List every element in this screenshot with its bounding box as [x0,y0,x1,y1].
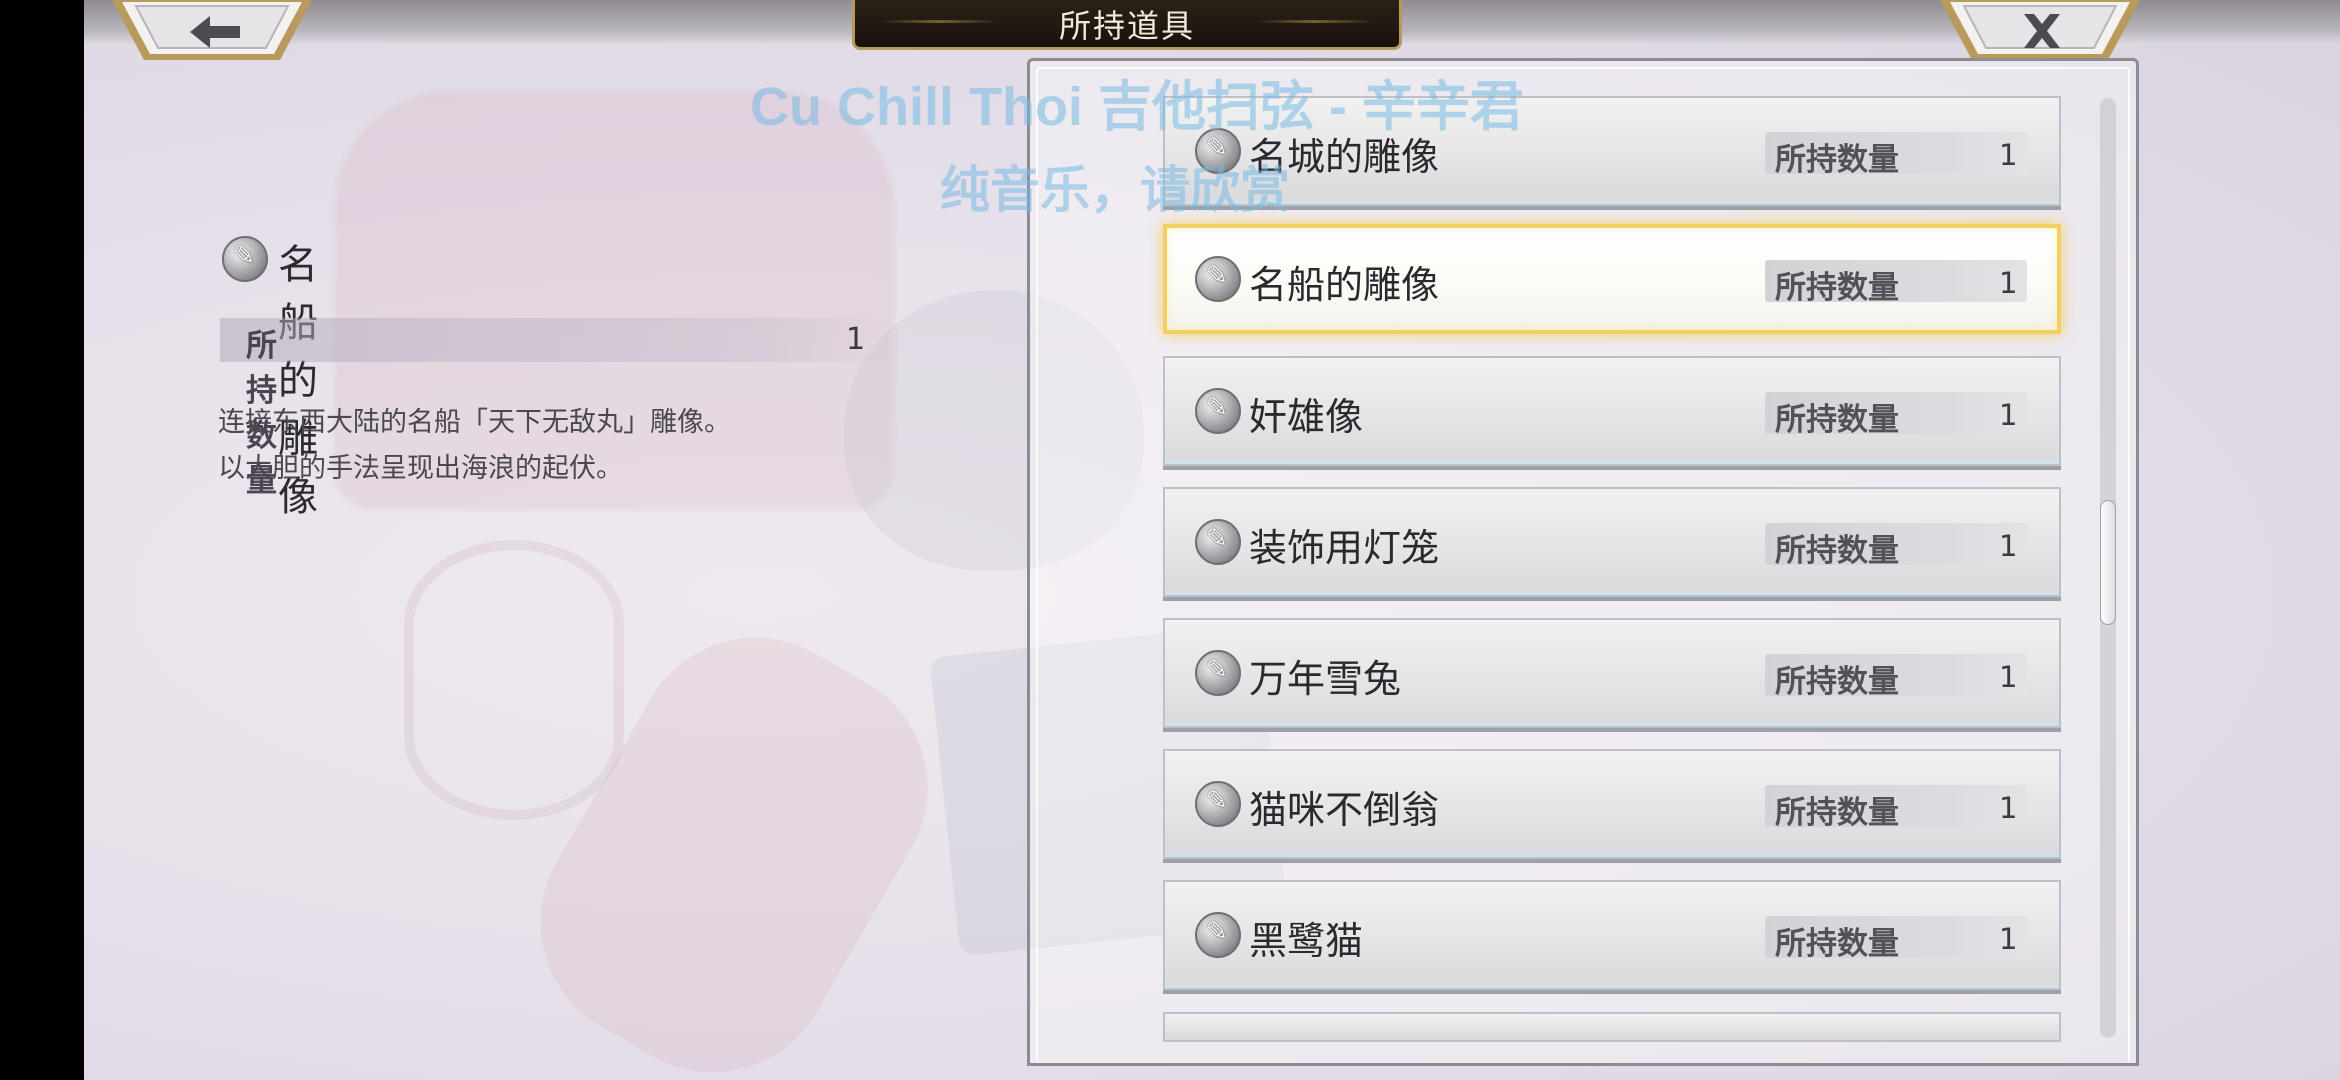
list-item-name: 奸雄像 [1249,395,1364,439]
detail-quantity-bar [220,318,900,362]
list-item-selected[interactable]: 名船的雕像 所持数量 1 [1163,224,2061,334]
title-deco-left [879,20,999,23]
list-item-name: 万年雪兔 [1249,657,1402,701]
list-item-quantity-value: 1 [1999,529,2018,563]
list-item[interactable]: 奸雄像 所持数量 1 [1163,356,2061,466]
list-item-quantity-value: 1 [1999,922,2018,956]
statue-item-icon [1195,256,1241,302]
detail-description: 连接东西大陆的名船「天下无敌丸」雕像。 以大胆的手法呈现出海浪的起伏。 [218,400,918,492]
list-item-name: 装饰用灯笼 [1249,526,1440,570]
close-x-icon [2024,14,2060,48]
page-title: 所持道具 [1058,6,1195,45]
cat-doll-item-icon [1195,781,1241,827]
game-screen: 所持道具 名船的雕像 所持数量 1 连接东西大陆的名船「天下无敌丸」雕像。 以大… [0,0,2340,1080]
list-item-quantity-value: 1 [1999,266,2018,300]
list-item-quantity-label: 所持数量 [1775,664,1899,700]
list-scrollbar-thumb[interactable] [2100,500,2116,625]
black-cat-item-icon [1195,912,1241,958]
list-item-quantity-label: 所持数量 [1775,533,1899,569]
description-line: 连接东西大陆的名船「天下无敌丸」雕像。 [218,407,731,438]
page-title-plate: 所持道具 [852,0,1402,50]
list-item-quantity-label: 所持数量 [1775,795,1899,831]
title-deco-right [1255,20,1375,23]
list-item[interactable]: 万年雪兔 所持数量 1 [1163,618,2061,728]
list-item-partial[interactable] [1163,1012,2061,1042]
list-item-quantity-label: 所持数量 [1775,142,1899,178]
background-hourglass-art [404,540,624,820]
list-item-quantity-label: 所持数量 [1775,926,1899,962]
list-item-name: 名船的雕像 [1249,263,1440,307]
watermark-line2: 纯音乐，请欣赏 [940,162,1290,218]
statue-item-icon [1195,388,1241,434]
list-item-quantity-label: 所持数量 [1775,270,1899,306]
list-item-quantity-value: 1 [1999,791,2018,825]
list-item[interactable]: 装饰用灯笼 所持数量 1 [1163,487,2061,597]
list-item-name: 黑鹭猫 [1249,919,1364,963]
detail-quantity-value: 1 [846,322,866,357]
back-button[interactable] [112,0,312,64]
watermark-line1: Cu Chill Thoi 吉他扫弦 - 辛辛君 [750,77,1524,137]
list-item[interactable]: 黑鹭猫 所持数量 1 [1163,880,2061,990]
list-item-quantity-value: 1 [1999,138,2018,172]
description-line: 以大胆的手法呈现出海浪的起伏。 [218,453,623,484]
list-item-quantity-value: 1 [1999,660,2018,694]
lantern-item-icon [1195,519,1241,565]
list-item-quantity-label: 所持数量 [1775,402,1899,438]
statue-item-icon [222,236,268,282]
list-item-quantity-value: 1 [1999,398,2018,432]
list-item-name: 猫咪不倒翁 [1249,788,1440,832]
list-item[interactable]: 猫咪不倒翁 所持数量 1 [1163,749,2061,859]
close-button[interactable] [1940,0,2140,64]
arrow-left-icon [190,16,240,48]
snow-rabbit-item-icon [1195,650,1241,696]
